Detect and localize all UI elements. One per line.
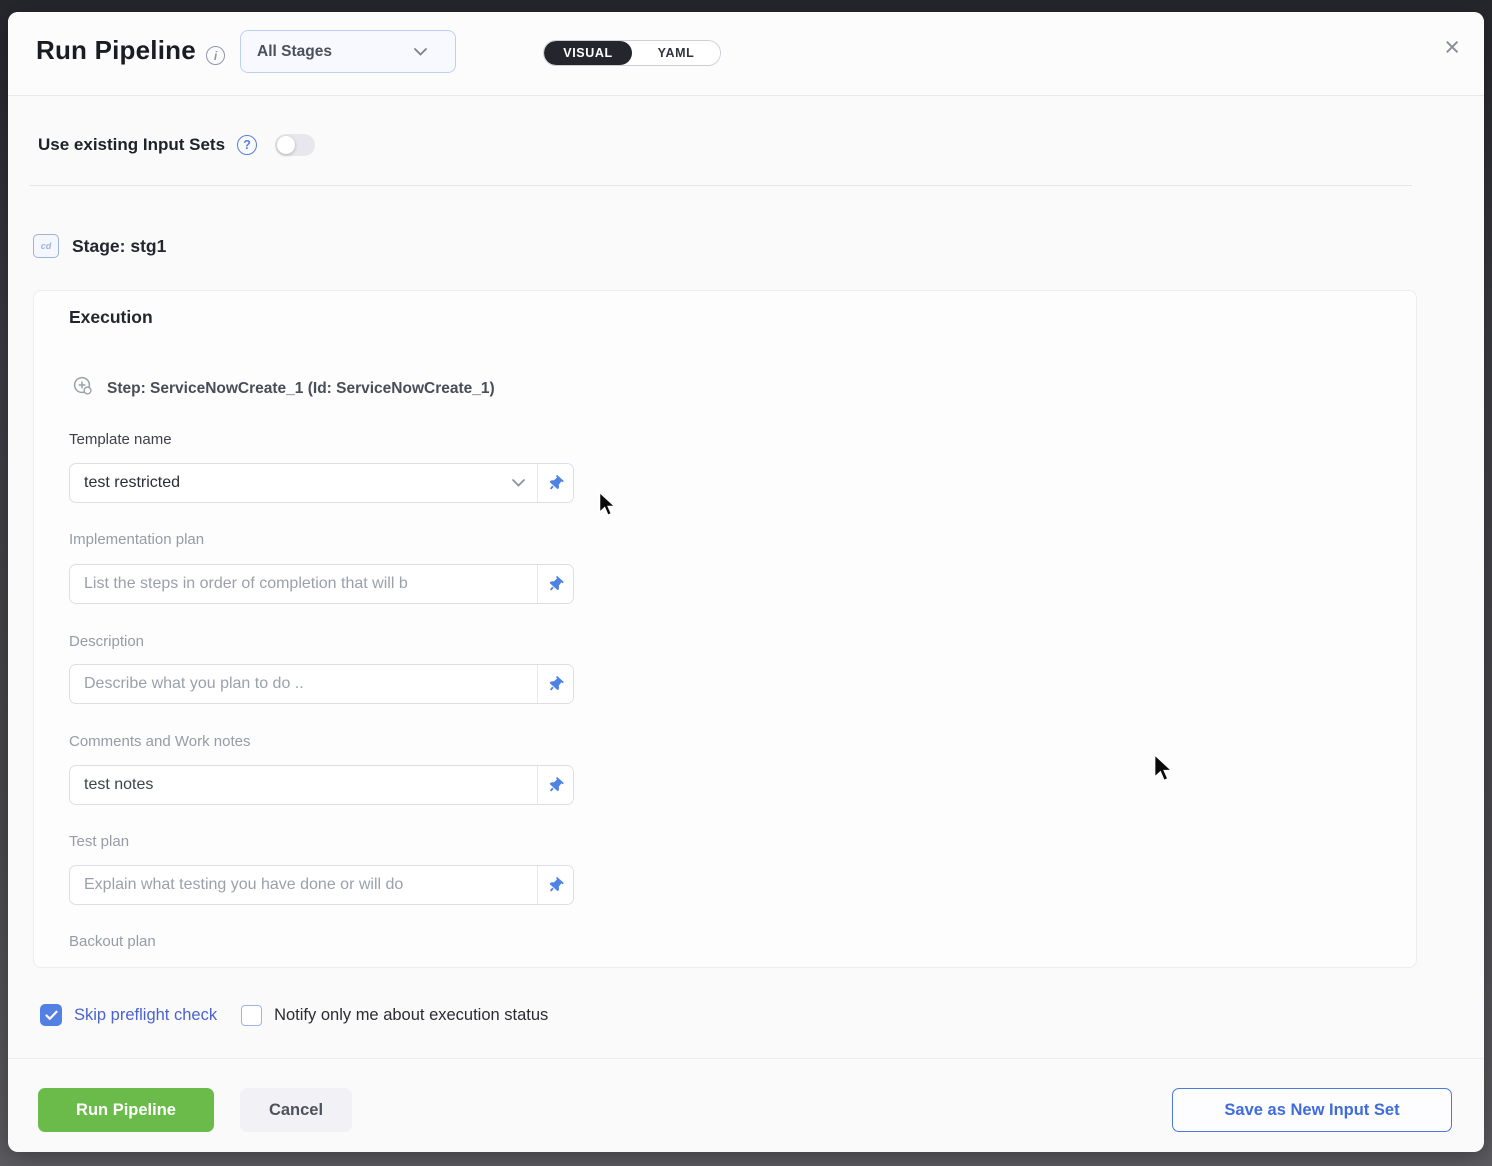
step-icon xyxy=(72,375,94,402)
field-label-backout-plan: Backout plan xyxy=(69,933,574,950)
dialog-header: Run Pipeline i All Stages VISUAL YAML × xyxy=(8,12,1484,96)
chevron-down-icon xyxy=(414,48,439,56)
execution-title: Execution xyxy=(69,307,153,328)
comments-field xyxy=(69,765,574,805)
stage-row: cd Stage: stg1 xyxy=(33,234,166,258)
test-plan-field xyxy=(69,865,574,905)
input-sets-label: Use existing Input Sets xyxy=(38,135,225,155)
description-input[interactable] xyxy=(70,665,537,703)
step-label: Step: ServiceNowCreate_1 (Id: ServiceNow… xyxy=(107,380,495,398)
stage-scope-value: All Stages xyxy=(257,43,414,61)
pin-icon[interactable] xyxy=(537,766,573,804)
help-icon[interactable]: ? xyxy=(237,135,257,155)
field-label-description: Description xyxy=(69,633,574,650)
notify-me-label[interactable]: Notify only me about execution status xyxy=(274,1006,548,1025)
cancel-button[interactable]: Cancel xyxy=(240,1088,352,1132)
input-sets-row: Use existing Input Sets ? xyxy=(38,134,315,156)
run-pipeline-dialog: Run Pipeline i All Stages VISUAL YAML × … xyxy=(8,12,1484,1152)
field-label-template-name: Template name xyxy=(69,431,574,448)
stage-cd-icon: cd xyxy=(33,234,59,258)
chevron-down-icon[interactable] xyxy=(512,464,537,502)
save-as-new-input-set-button[interactable]: Save as New Input Set xyxy=(1172,1088,1452,1132)
pin-icon[interactable] xyxy=(537,665,573,703)
footer-buttons: Run Pipeline Cancel Save as New Input Se… xyxy=(8,1088,1484,1132)
field-label-test-plan: Test plan xyxy=(69,833,574,850)
comments-input[interactable] xyxy=(70,766,537,804)
visual-yaml-toggle: VISUAL YAML xyxy=(543,40,721,66)
test-plan-input[interactable] xyxy=(70,866,537,904)
field-label-implementation-plan: Implementation plan xyxy=(69,531,574,548)
divider xyxy=(30,185,1412,186)
pin-icon[interactable] xyxy=(537,464,573,502)
implementation-plan-field xyxy=(69,564,574,604)
run-pipeline-button[interactable]: Run Pipeline xyxy=(38,1088,214,1132)
template-name-select xyxy=(69,463,574,503)
info-icon[interactable]: i xyxy=(206,46,225,65)
skip-preflight-checkbox[interactable] xyxy=(40,1004,62,1026)
stage-scope-select[interactable]: All Stages xyxy=(240,30,456,73)
tab-visual[interactable]: VISUAL xyxy=(544,41,632,65)
implementation-plan-input[interactable] xyxy=(70,565,537,603)
toggle-knob xyxy=(277,136,295,154)
notify-me-checkbox[interactable] xyxy=(241,1005,262,1026)
stage-label: Stage: stg1 xyxy=(72,236,166,257)
preflight-options-row: Skip preflight check Notify only me abou… xyxy=(40,1004,548,1026)
field-label-comments: Comments and Work notes xyxy=(69,733,574,750)
page-title: Run Pipeline xyxy=(36,35,196,66)
template-name-input[interactable] xyxy=(70,464,512,502)
step-row: Step: ServiceNowCreate_1 (Id: ServiceNow… xyxy=(72,375,495,402)
skip-preflight-label[interactable]: Skip preflight check xyxy=(74,1006,217,1025)
close-icon[interactable]: × xyxy=(1444,34,1460,61)
execution-card: Execution Step: ServiceNowCreate_1 (Id: … xyxy=(33,290,1417,968)
input-sets-toggle[interactable] xyxy=(275,134,315,156)
pin-icon[interactable] xyxy=(537,565,573,603)
description-field xyxy=(69,664,574,704)
tab-yaml[interactable]: YAML xyxy=(632,41,720,65)
pin-icon[interactable] xyxy=(537,866,573,904)
divider xyxy=(8,1058,1484,1059)
